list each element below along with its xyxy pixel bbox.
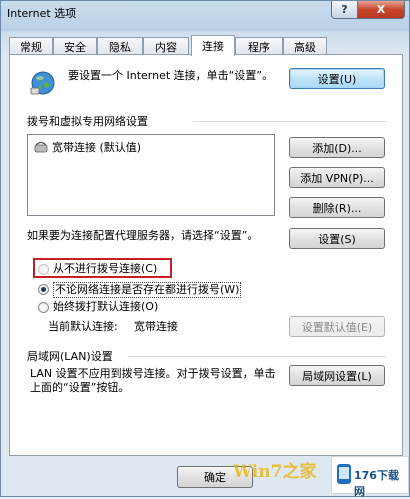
title-bar[interactable]: Internet 选项 ? X xyxy=(1,1,409,23)
close-button[interactable]: X xyxy=(357,1,405,19)
connection-name: 宽带连接 (默认值) xyxy=(52,141,142,154)
watermark: Win7之家 xyxy=(233,462,317,482)
proxy-settings-button[interactable]: 设置(S) xyxy=(289,228,385,249)
group-divider xyxy=(128,356,387,357)
tab-strip: 常规 安全 隐私 内容 连接 程序 高级 xyxy=(9,35,403,56)
radio-always-dial[interactable] xyxy=(38,302,49,313)
setup-description: 要设置一个 Internet 连接，单击“设置”。 xyxy=(68,69,274,82)
add-vpn-button[interactable]: 添加 VPN(P)... xyxy=(289,167,385,188)
setup-button[interactable]: 设置(U) xyxy=(289,68,385,89)
help-button[interactable]: ? xyxy=(331,1,358,19)
dialup-phone-icon xyxy=(34,141,48,153)
tab-content[interactable]: 内容 xyxy=(143,37,189,55)
connections-list[interactable]: 宽带连接 (默认值) xyxy=(27,134,275,216)
internet-options-window: Internet 选项 ? X 常规 安全 隐私 内容 连接 程序 高级 要设置… xyxy=(0,0,410,498)
tab-privacy[interactable]: 隐私 xyxy=(97,37,143,55)
close-icon: X xyxy=(376,3,386,16)
question-icon: ? xyxy=(341,3,348,16)
delete-button[interactable]: 删除(R)... xyxy=(289,197,385,218)
proxy-description: 如果要为连接配置代理服务器，请选择“设置”。 xyxy=(27,229,259,242)
group-divider xyxy=(193,121,387,122)
lan-description: LAN 设置不应用到拨号连接。对于拨号设置，单击上面的“设置”按钮。 xyxy=(30,367,276,394)
add-button[interactable]: 添加(D)... xyxy=(289,137,385,158)
radio-never-dial[interactable] xyxy=(38,264,49,275)
tab-programs[interactable]: 程序 xyxy=(235,37,283,55)
window-title: Internet 选项 xyxy=(7,7,77,20)
connections-panel: 要设置一个 Internet 连接，单击“设置”。 设置(U) 拨号和虚拟专用网… xyxy=(9,54,403,456)
option-dial-whenever[interactable]: 不论网络连接是否存在都进行拨号(W) xyxy=(53,282,242,298)
option-never-dial[interactable]: 从不进行拨号连接(C) xyxy=(53,262,157,276)
current-default-label: 当前默认连接: xyxy=(48,320,118,333)
dialup-group-label: 拨号和虚拟专用网络设置 xyxy=(27,115,148,128)
tab-general[interactable]: 常规 xyxy=(9,37,53,55)
site-logo: 176下载网 xyxy=(331,456,409,498)
lan-group-label: 局域网(LAN)设置 xyxy=(27,350,113,363)
tab-advanced[interactable]: 高级 xyxy=(283,37,327,55)
list-item[interactable]: 宽带连接 (默认值) xyxy=(34,140,141,154)
option-always-dial[interactable]: 始终拨打默认连接(O) xyxy=(53,300,158,314)
set-default-button[interactable]: 设置默认值(E) xyxy=(289,316,385,337)
phone-icon xyxy=(337,464,351,484)
logo-text: 176下载网 xyxy=(354,469,399,498)
current-default-value: 宽带连接 xyxy=(134,320,178,333)
radio-dial-whenever[interactable] xyxy=(38,284,49,295)
tab-connections[interactable]: 连接 xyxy=(191,35,235,56)
lan-settings-button[interactable]: 局域网设置(L) xyxy=(289,365,385,386)
globe-network-icon xyxy=(30,71,55,95)
tab-security[interactable]: 安全 xyxy=(53,37,97,55)
